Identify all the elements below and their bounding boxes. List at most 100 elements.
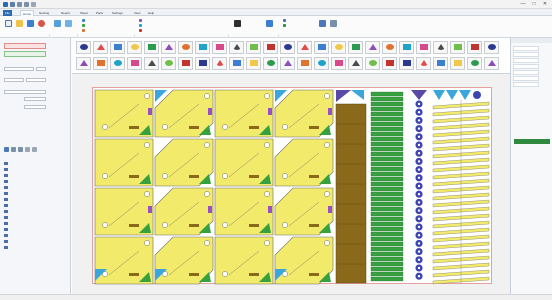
ribbon-button-stop[interactable] [37, 19, 46, 31]
part-thumbnail[interactable] [110, 41, 125, 54]
ribbon-button-sheet[interactable] [233, 19, 242, 31]
maximize-button[interactable]: □ [529, 1, 539, 8]
part-thumbnail[interactable] [195, 57, 210, 70]
ribbon-option-8[interactable] [283, 23, 287, 27]
edit-part-icon[interactable] [18, 147, 23, 152]
tree-row[interactable] [4, 233, 64, 238]
ribbon-button-export[interactable] [329, 19, 338, 31]
part-thumbnail[interactable] [195, 41, 210, 54]
part-thumbnail[interactable] [229, 57, 244, 70]
part-thumbnail[interactable] [314, 41, 329, 54]
ribbon-option-3[interactable] [82, 28, 86, 32]
app-logo-icon[interactable] [3, 2, 8, 7]
part-thumbnail[interactable] [161, 41, 176, 54]
ribbon-option-7[interactable] [283, 18, 287, 22]
part-thumbnail[interactable] [263, 57, 278, 70]
close-button[interactable]: ✕ [540, 1, 550, 8]
part-thumbnail[interactable] [178, 57, 193, 70]
field-input[interactable] [36, 67, 46, 71]
tree-row[interactable] [4, 167, 64, 172]
part-thumbnail[interactable] [484, 57, 499, 70]
part-thumbnail[interactable] [76, 57, 91, 70]
ribbon-option-1[interactable] [82, 18, 86, 22]
ribbon-button-new[interactable] [4, 19, 13, 31]
part-thumbnail[interactable] [450, 41, 465, 54]
tree-row[interactable] [4, 179, 64, 184]
part-thumbnail[interactable] [161, 57, 176, 70]
part-thumbnail[interactable] [93, 57, 108, 70]
part-thumbnail[interactable] [348, 41, 363, 54]
field-input[interactable] [24, 105, 46, 109]
left-panel-button-1[interactable] [4, 43, 46, 49]
part-thumbnail[interactable] [450, 57, 465, 70]
part-thumbnail[interactable] [246, 57, 261, 70]
part-thumbnail[interactable] [467, 41, 482, 54]
filter-icon[interactable] [32, 147, 37, 152]
part-thumbnail[interactable] [144, 41, 159, 54]
part-thumbnail[interactable] [433, 41, 448, 54]
tree-row[interactable] [4, 227, 64, 232]
part-thumbnail[interactable] [382, 41, 397, 54]
tree-row[interactable] [4, 161, 64, 166]
minimize-button[interactable]: — [518, 1, 528, 8]
part-thumbnail[interactable] [416, 57, 431, 70]
part-thumbnail[interactable] [467, 57, 482, 70]
field-input[interactable] [26, 78, 46, 82]
ribbon-option-2[interactable] [82, 23, 86, 27]
part-thumbnail[interactable] [399, 41, 414, 54]
field-input[interactable] [4, 90, 46, 94]
ribbon-button-zoom-out[interactable] [64, 19, 73, 31]
import-icon[interactable] [25, 147, 30, 152]
part-thumbnail[interactable] [178, 41, 193, 54]
part-thumbnail[interactable] [127, 41, 142, 54]
nesting-canvas[interactable] [72, 74, 510, 300]
tree-row[interactable] [4, 203, 64, 208]
part-thumbnail[interactable] [348, 57, 363, 70]
tree-row[interactable] [4, 191, 64, 196]
part-thumbnail[interactable] [93, 41, 108, 54]
tree-row[interactable] [4, 197, 64, 202]
part-thumbnail[interactable] [212, 41, 227, 54]
part-thumbnail[interactable] [365, 41, 380, 54]
tree-row[interactable] [4, 215, 64, 220]
tree-row[interactable] [4, 185, 64, 190]
part-thumbnail[interactable] [433, 57, 448, 70]
part-thumbnail[interactable] [399, 57, 414, 70]
part-thumbnail[interactable] [416, 41, 431, 54]
add-part-icon[interactable] [4, 147, 9, 152]
ribbon-button-zoom-in[interactable] [53, 19, 62, 31]
ribbon-button-report[interactable] [318, 19, 327, 31]
part-thumbnail[interactable] [110, 57, 125, 70]
save-icon[interactable] [10, 2, 15, 7]
part-thumbnail[interactable] [331, 57, 346, 70]
part-thumbnail[interactable] [331, 41, 346, 54]
undo-icon[interactable] [17, 2, 22, 7]
part-thumbnail[interactable] [280, 57, 295, 70]
tree-row[interactable] [4, 209, 64, 214]
ribbon-option-5[interactable] [139, 23, 143, 27]
right-panel-action-button[interactable] [514, 139, 550, 144]
field-input[interactable] [24, 97, 46, 101]
part-thumbnail[interactable] [127, 57, 142, 70]
part-thumbnail[interactable] [76, 41, 91, 54]
part-thumbnail[interactable] [484, 41, 499, 54]
field-input[interactable] [4, 67, 34, 71]
part-thumbnail[interactable] [246, 41, 261, 54]
tree-row[interactable] [4, 239, 64, 244]
part-thumbnail[interactable] [229, 41, 244, 54]
part-thumbnail[interactable] [382, 57, 397, 70]
ribbon-button-open[interactable] [15, 19, 24, 31]
part-thumbnail[interactable] [280, 41, 295, 54]
ribbon-button-nest[interactable] [26, 19, 35, 31]
tree-row[interactable] [4, 245, 64, 250]
left-panel-button-2[interactable] [4, 51, 46, 57]
ribbon-option-4[interactable] [139, 18, 143, 22]
redo-icon[interactable] [24, 2, 29, 7]
part-thumbnail[interactable] [297, 41, 312, 54]
tree-row[interactable] [4, 173, 64, 178]
part-thumbnail[interactable] [212, 57, 227, 70]
part-thumbnail[interactable] [263, 41, 278, 54]
field-input[interactable] [4, 78, 24, 82]
tree-row[interactable] [4, 221, 64, 226]
part-thumbnail[interactable] [144, 57, 159, 70]
